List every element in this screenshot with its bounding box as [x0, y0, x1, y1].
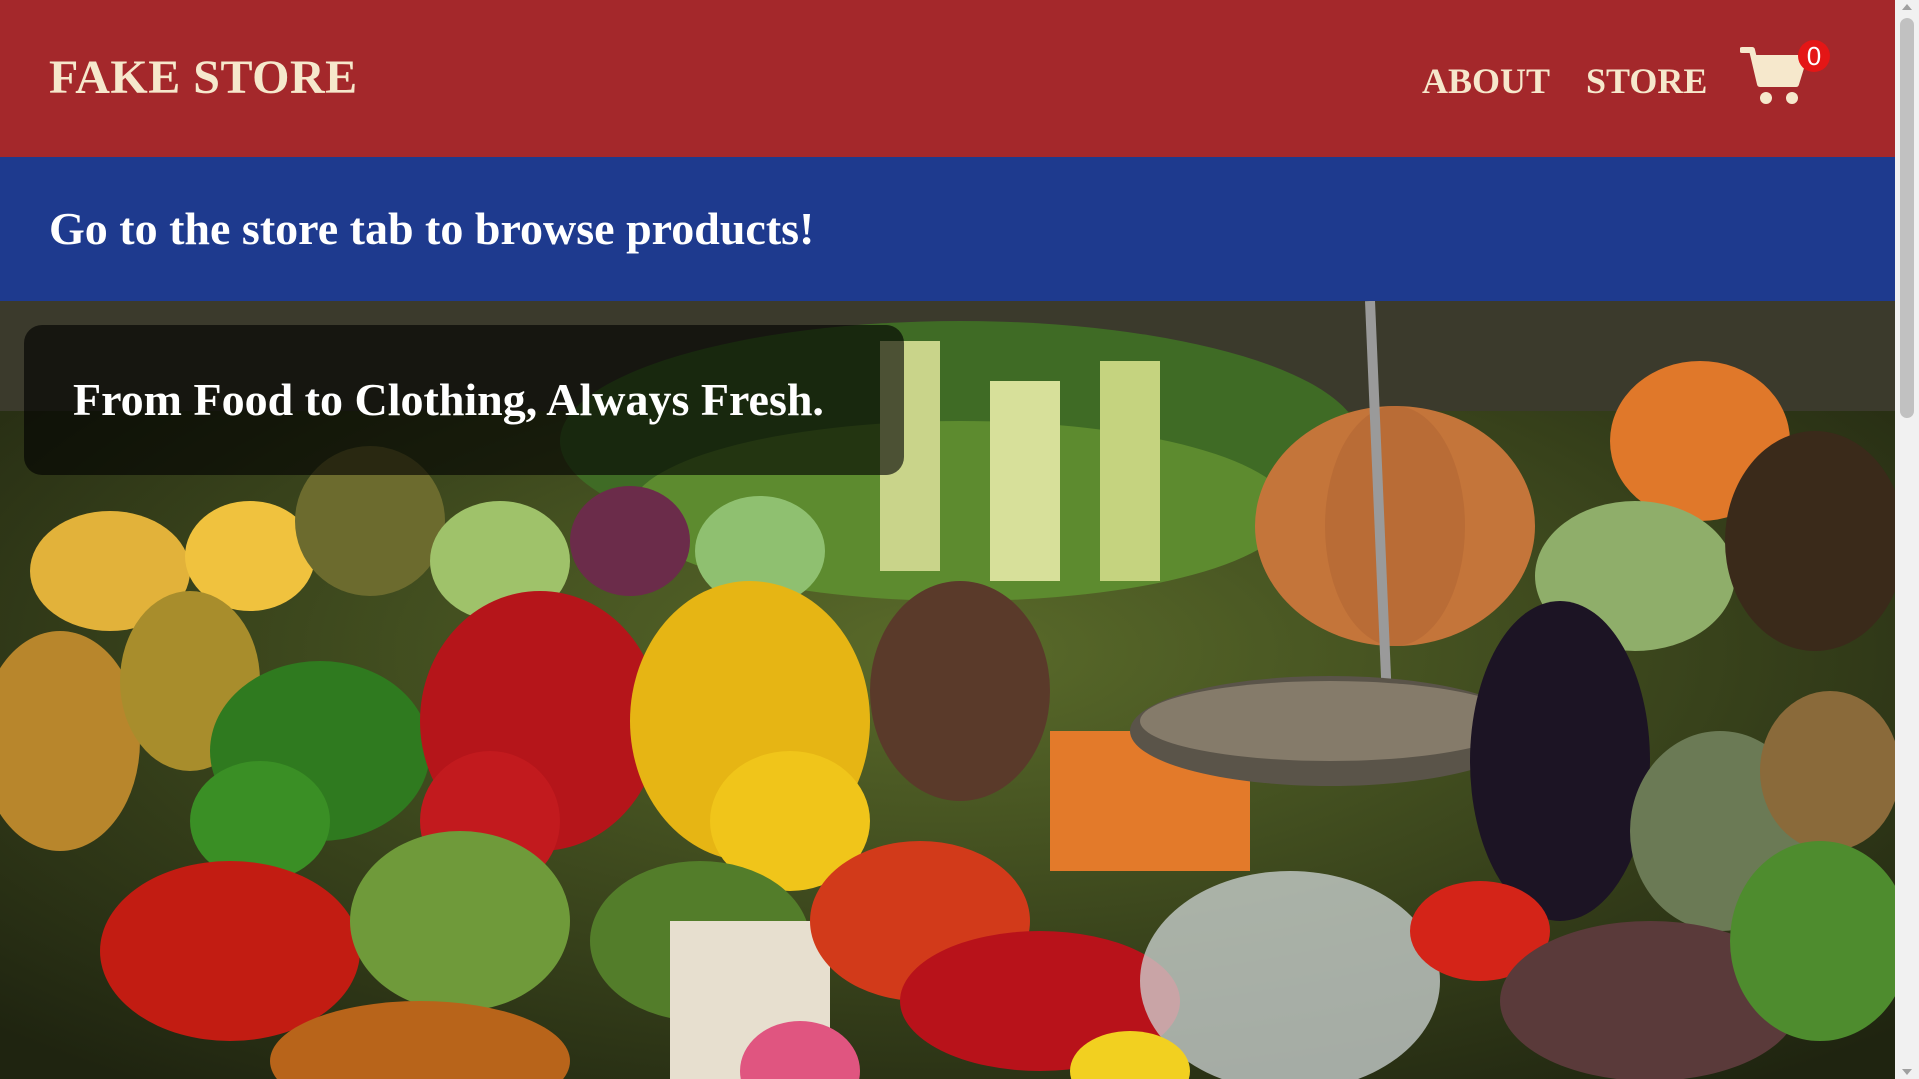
- scroll-down-arrow-icon[interactable]: [1902, 1069, 1912, 1075]
- hero-section: From Food to Clothing, Always Fresh.: [0, 301, 1895, 1079]
- info-banner: Go to the store tab to browse products!: [0, 157, 1895, 301]
- nav-store-link[interactable]: STORE: [1586, 60, 1707, 102]
- cart-button[interactable]: 0: [1739, 40, 1830, 112]
- scroll-thumb[interactable]: [1900, 18, 1914, 418]
- vertical-scrollbar[interactable]: [1895, 0, 1919, 1079]
- banner-text: Go to the store tab to browse products!: [49, 203, 815, 254]
- page: FAKE STORE ABOUT STORE 0 Go to the store…: [0, 0, 1919, 1079]
- page-content: FAKE STORE ABOUT STORE 0 Go to the store…: [0, 0, 1895, 1079]
- scroll-up-arrow-icon[interactable]: [1902, 4, 1912, 10]
- brand-logo-link[interactable]: FAKE STORE: [49, 50, 358, 105]
- tagline-overlay: From Food to Clothing, Always Fresh.: [24, 325, 904, 475]
- nav-about-link[interactable]: ABOUT: [1422, 60, 1550, 102]
- site-header: FAKE STORE ABOUT STORE 0: [0, 0, 1895, 157]
- cart-count-badge: 0: [1798, 40, 1830, 72]
- cart-icon: [1739, 47, 1808, 112]
- hero-tagline: From Food to Clothing, Always Fresh.: [73, 374, 824, 425]
